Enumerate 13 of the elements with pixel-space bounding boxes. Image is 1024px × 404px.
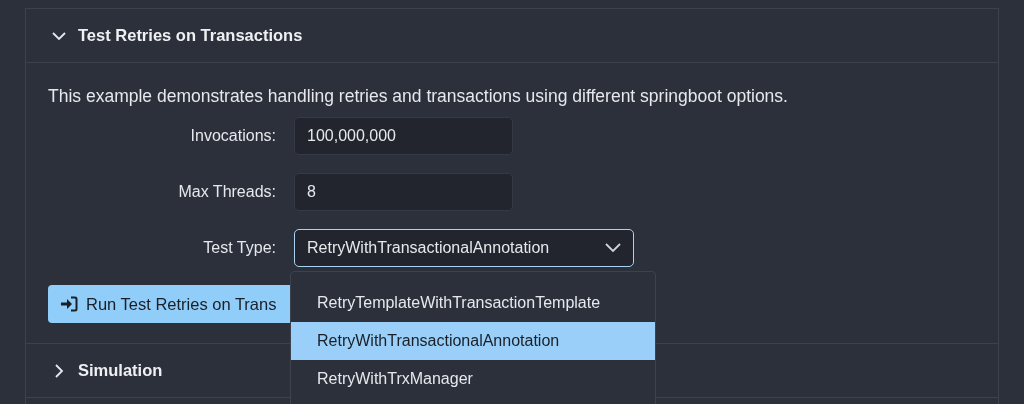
dropdown-option[interactable]: RetryWithTrxManager [291,360,655,398]
select-field[interactable]: RetryWithTransactionalAnnotation [294,229,634,268]
input-field[interactable]: 100,000,000 [294,117,513,156]
field-label: Invocations: [189,126,277,147]
caret-icon [605,243,621,254]
field-label: Test Type: [202,238,277,259]
field-label: Max Threads: [177,182,277,203]
input-field[interactable]: 8 [294,173,513,212]
description: This example demonstrates handling retries and transactions using different springboot options. [48,85,789,108]
sign-in-icon [60,296,78,313]
chevron-icon [52,363,66,378]
section-header[interactable]: Test Retries on Transactions [26,9,998,63]
dropdown-option[interactable]: RetryWithTransactionalAnnotation [291,322,655,360]
